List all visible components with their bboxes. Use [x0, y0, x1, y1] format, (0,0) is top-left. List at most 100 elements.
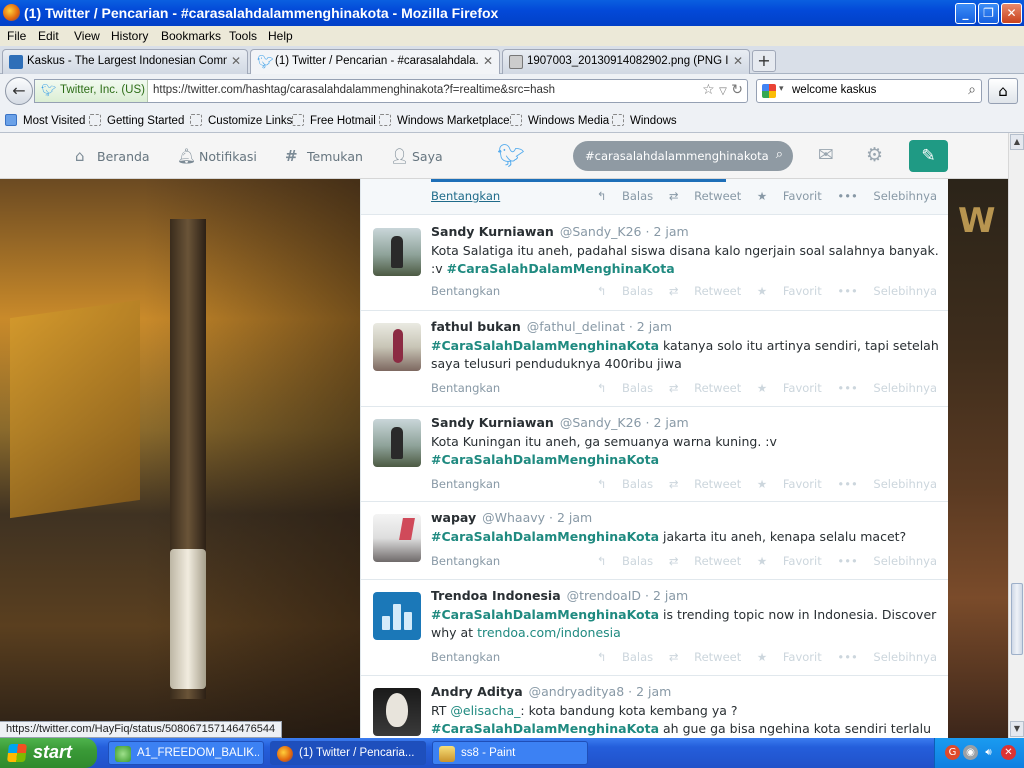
tray-alert-icon[interactable]: ✕: [1001, 745, 1016, 760]
tab-twitter[interactable]: 🐦︎ (1) Twitter / Pencarian - #carasalahd…: [250, 49, 500, 75]
reply-action[interactable]: ↰ Balas: [597, 381, 653, 395]
tweet-time[interactable]: · 2 jam: [645, 588, 688, 603]
new-tab-button[interactable]: +: [752, 50, 776, 72]
more-action[interactable]: ••• Selebihnya: [837, 650, 937, 664]
hashtag-link[interactable]: #CaraSalahDalamMenghinaKota: [431, 529, 659, 544]
search-icon[interactable]: ⌕: [776, 147, 783, 162]
url-text[interactable]: https://twitter.com/hashtag/carasalahdal…: [153, 84, 555, 96]
google-icon[interactable]: [762, 84, 776, 98]
menu-file[interactable]: File: [7, 29, 26, 43]
page-viewport[interactable]: W ⌂ Beranda 🔔︎ Notifikasi # Temukan 👤︎ Saya …: [0, 133, 1008, 738]
more-action[interactable]: ••• Selebihnya: [837, 554, 937, 568]
url-bar[interactable]: 🐦︎ Twitter, Inc. (US) https://twitter.co…: [34, 79, 748, 103]
site-identity-button[interactable]: 🐦︎ Twitter, Inc. (US): [35, 80, 148, 102]
menu-tools[interactable]: Tools: [229, 29, 257, 43]
tweet-time[interactable]: · 2 jam: [549, 510, 592, 525]
retweet-action[interactable]: ⇄ Retweet: [669, 381, 741, 395]
nav-notifikasi[interactable]: 🔔︎ Notifikasi: [177, 147, 257, 165]
bookmark-star-icon[interactable]: ☆: [702, 82, 715, 98]
tweet[interactable]: Andry Aditya @andryaditya8 · 2 jam RT @e…: [361, 676, 948, 738]
menu-help[interactable]: Help: [268, 29, 293, 43]
reply-action[interactable]: ↰ Balas: [597, 650, 653, 664]
reply-action[interactable]: ↰ Balas: [597, 284, 653, 298]
expand-link[interactable]: Bentangkan: [431, 381, 500, 395]
tweet-author-name[interactable]: fathul bukan: [431, 319, 521, 334]
more-action[interactable]: ••• Selebihnya: [837, 477, 937, 491]
avatar[interactable]: [373, 323, 421, 371]
tweet-author-name[interactable]: Andry Aditya: [431, 684, 523, 699]
more-action[interactable]: ••• Selebihnya: [837, 381, 937, 395]
retweet-action[interactable]: ⇄ Retweet: [669, 554, 741, 568]
favorite-action[interactable]: ★ Favorit: [757, 554, 822, 568]
home-button[interactable]: ⌂: [988, 78, 1018, 104]
twitter-search-input[interactable]: #carasalahdalammenghinakota: [585, 149, 769, 163]
tweet-partial[interactable]: Bentangkan ↰ Balas ⇄ Retweet ★ Favorit •…: [361, 179, 948, 215]
close-window-button[interactable]: ✕: [1001, 3, 1022, 24]
tweet-author-name[interactable]: wapay: [431, 510, 476, 525]
hashtag-link[interactable]: #CaraSalahDalamMenghinaKota: [431, 452, 659, 467]
menu-history[interactable]: History: [111, 29, 148, 43]
tweet-author-name[interactable]: Sandy Kurniawan: [431, 224, 554, 239]
gear-icon[interactable]: ⚙: [866, 144, 883, 166]
favorite-action[interactable]: ★ Favorit: [757, 189, 822, 203]
hashtag-link[interactable]: #CaraSalahDalamMenghinaKota: [431, 607, 659, 622]
expand-link[interactable]: Bentangkan: [431, 477, 500, 491]
reply-action[interactable]: ↰ Balas: [597, 477, 653, 491]
restore-button[interactable]: ❐: [978, 3, 999, 24]
volume-icon[interactable]: 🔊︎: [981, 745, 996, 760]
tray-network-icon[interactable]: ◉: [963, 745, 978, 760]
hashtag-link[interactable]: #CaraSalahDalamMenghinaKota: [431, 338, 659, 353]
menu-edit[interactable]: Edit: [38, 29, 59, 43]
favorite-action[interactable]: ★ Favorit: [757, 284, 822, 298]
bookmark-customize-links[interactable]: Customize Links: [190, 114, 292, 127]
retweet-action[interactable]: ⇄ Retweet: [669, 650, 741, 664]
tweet[interactable]: wapay @Whaavy · 2 jam #CaraSalahDalamMen…: [361, 502, 948, 580]
tweet-handle[interactable]: @andryaditya8: [529, 684, 625, 699]
expand-link[interactable]: Bentangkan: [431, 284, 500, 298]
avatar[interactable]: [373, 592, 421, 640]
avatar[interactable]: [373, 514, 421, 562]
tweet-handle[interactable]: @Whaavy: [482, 510, 545, 525]
favorite-action[interactable]: ★ Favorit: [757, 381, 822, 395]
tweet-time[interactable]: · 2 jam: [629, 319, 672, 334]
avatar[interactable]: [373, 688, 421, 736]
scroll-down-arrow-icon[interactable]: ▼: [1010, 721, 1024, 737]
start-button[interactable]: start: [0, 738, 97, 768]
bookmark-windows-marketplace[interactable]: Windows Marketplace: [379, 114, 509, 127]
compose-tweet-button[interactable]: ✎: [909, 140, 948, 172]
favorite-action[interactable]: ★ Favorit: [757, 477, 822, 491]
search-input[interactable]: welcome kaskus: [792, 84, 876, 96]
nav-saya[interactable]: 👤︎ Saya: [390, 147, 443, 165]
expand-link[interactable]: Bentangkan: [431, 554, 500, 568]
close-tab-icon[interactable]: ✕: [733, 54, 743, 68]
hashtag-link[interactable]: #CaraSalahDalamMenghinaKota: [431, 721, 659, 736]
scroll-up-arrow-icon[interactable]: ▲: [1010, 134, 1024, 150]
external-link[interactable]: trendoa.com/indonesia: [477, 625, 621, 640]
tweet-author-name[interactable]: Sandy Kurniawan: [431, 415, 554, 430]
avatar[interactable]: [373, 228, 421, 276]
tray-google-icon[interactable]: G: [945, 745, 960, 760]
tweet-time[interactable]: · 2 jam: [646, 224, 689, 239]
tweet[interactable]: fathul bukan @fathul_delinat · 2 jam #Ca…: [361, 311, 948, 407]
nav-beranda[interactable]: ⌂ Beranda: [75, 147, 150, 165]
close-tab-icon[interactable]: ✕: [231, 54, 241, 68]
search-icon[interactable]: ⌕: [968, 82, 976, 98]
avatar[interactable]: [373, 419, 421, 467]
tweet-author-name[interactable]: Trendoa Indonesia: [431, 588, 561, 603]
twitter-logo-icon[interactable]: 🐦︎: [497, 144, 525, 169]
tweet-handle[interactable]: @Sandy_K26: [560, 415, 642, 430]
hashtag-link[interactable]: #CaraSalahDalamMenghinaKota: [447, 261, 675, 276]
window-title-bar[interactable]: (1) Twitter / Pencarian - #carasalahdala…: [0, 0, 1024, 26]
retweet-action[interactable]: ⇄ Retweet: [669, 189, 741, 203]
chevron-down-icon[interactable]: ▾: [779, 84, 784, 94]
close-tab-icon[interactable]: ✕: [483, 54, 493, 68]
taskbar-item[interactable]: A1_FREEDOM_BALIK...: [108, 741, 264, 765]
favorite-action[interactable]: ★ Favorit: [757, 650, 822, 664]
tweet-handle[interactable]: @Sandy_K26: [560, 224, 642, 239]
tab-kaskus[interactable]: Kaskus - The Largest Indonesian Commu...…: [2, 49, 248, 74]
minimize-button[interactable]: _: [955, 3, 976, 24]
reply-action[interactable]: ↰ Balas: [597, 189, 653, 203]
retweet-action[interactable]: ⇄ Retweet: [669, 477, 741, 491]
bookmark-free-hotmail[interactable]: Free Hotmail: [292, 114, 376, 127]
menu-bookmarks[interactable]: Bookmarks: [161, 29, 221, 43]
